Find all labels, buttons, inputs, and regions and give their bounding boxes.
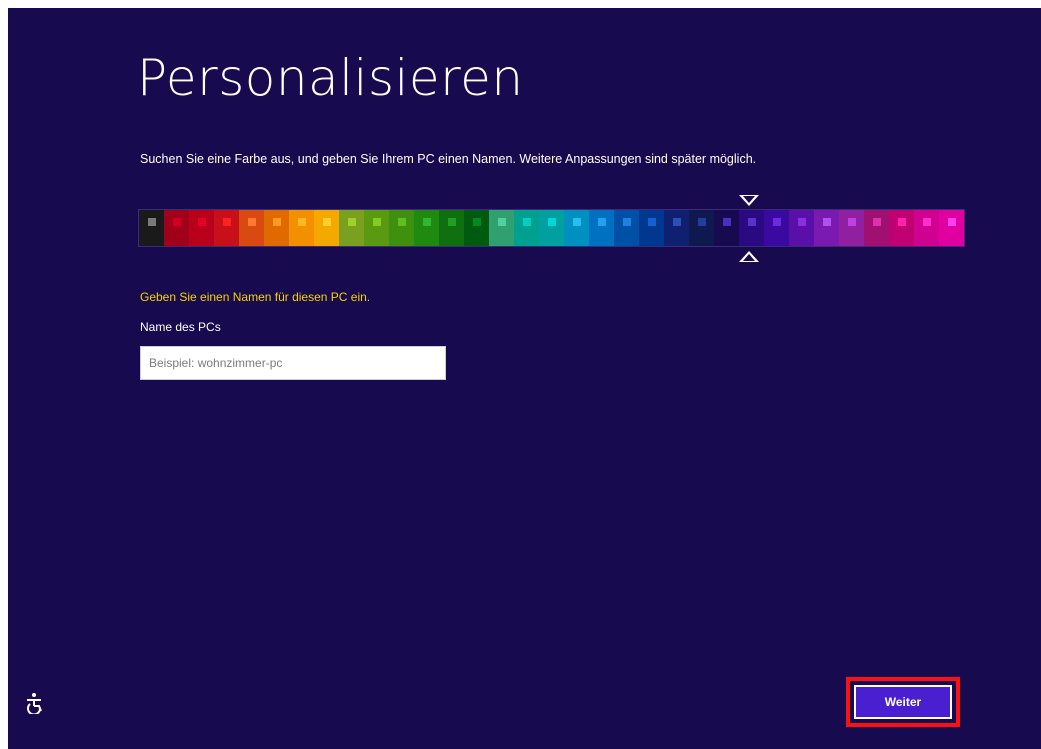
color-swatch[interactable] [214, 210, 239, 246]
color-swatch-dot [847, 218, 856, 226]
color-swatch-dot [472, 218, 481, 226]
color-swatch[interactable] [164, 210, 189, 246]
pc-name-input[interactable] [140, 346, 446, 380]
color-swatch-dot [822, 218, 831, 226]
color-swatch-dot [572, 218, 581, 226]
color-swatch-dot [922, 218, 931, 226]
color-swatch-dot [497, 218, 506, 226]
color-swatch[interactable] [814, 210, 839, 246]
setup-screen: Personalisieren Suchen Sie eine Farbe au… [8, 8, 1041, 749]
color-swatch-dot [522, 218, 531, 226]
color-swatch-dot [272, 218, 281, 226]
color-swatch-dot [722, 218, 731, 226]
color-swatch-dot [872, 218, 881, 226]
color-swatch[interactable] [839, 210, 864, 246]
color-swatch[interactable] [914, 210, 939, 246]
color-swatch-dot [347, 218, 356, 226]
color-swatch[interactable] [139, 210, 164, 246]
color-swatch-dot [647, 218, 656, 226]
color-swatch[interactable] [389, 210, 414, 246]
color-swatch-dot [297, 218, 306, 226]
color-swatch-dot [447, 218, 456, 226]
color-swatch[interactable] [639, 210, 664, 246]
color-swatch[interactable] [714, 210, 739, 246]
color-swatch-dot [147, 218, 156, 226]
color-swatch[interactable] [764, 210, 789, 246]
color-swatch-dot [947, 218, 956, 226]
color-swatch-dot [397, 218, 406, 226]
color-swatch-dot [797, 218, 806, 226]
color-swatch-dot [322, 218, 331, 226]
color-swatch[interactable] [439, 210, 464, 246]
color-swatch[interactable] [789, 210, 814, 246]
pc-name-label: Name des PCs [140, 320, 221, 334]
color-swatch-dot [897, 218, 906, 226]
page-title: Personalisieren [137, 49, 524, 107]
color-swatch[interactable] [889, 210, 914, 246]
color-swatch-dot [697, 218, 706, 226]
color-swatch[interactable] [614, 210, 639, 246]
color-swatch[interactable] [414, 210, 439, 246]
color-swatch[interactable] [739, 210, 764, 246]
color-swatch[interactable] [339, 210, 364, 246]
color-swatch[interactable] [364, 210, 389, 246]
page-subtitle: Suchen Sie eine Farbe aus, und geben Sie… [140, 152, 757, 166]
color-swatch[interactable] [664, 210, 689, 246]
color-slider[interactable] [138, 209, 965, 247]
color-slider-thumb-bottom-icon[interactable] [739, 251, 759, 262]
color-swatch[interactable] [239, 210, 264, 246]
color-swatch-dot [197, 218, 206, 226]
color-swatch[interactable] [464, 210, 489, 246]
color-swatch-dot [772, 218, 781, 226]
color-swatch-dot [547, 218, 556, 226]
color-swatch-dot [597, 218, 606, 226]
color-swatch[interactable] [489, 210, 514, 246]
ease-of-access-icon[interactable] [23, 692, 45, 714]
color-swatch[interactable] [564, 210, 589, 246]
pc-name-hint: Geben Sie einen Namen für diesen PC ein. [140, 290, 371, 304]
color-slider-thumb-top-icon[interactable] [739, 195, 759, 206]
color-swatch[interactable] [264, 210, 289, 246]
color-swatch[interactable] [314, 210, 339, 246]
color-swatch-dot [172, 218, 181, 226]
color-swatch[interactable] [514, 210, 539, 246]
color-swatch-dot [747, 218, 756, 226]
color-swatch[interactable] [939, 210, 964, 246]
color-swatch[interactable] [189, 210, 214, 246]
color-swatch-dot [422, 218, 431, 226]
color-swatch-dot [672, 218, 681, 226]
color-swatch[interactable] [589, 210, 614, 246]
color-swatch-dot [222, 218, 231, 226]
color-swatch-dot [622, 218, 631, 226]
color-swatch[interactable] [864, 210, 889, 246]
color-swatch[interactable] [689, 210, 714, 246]
color-swatch-dot [372, 218, 381, 226]
color-swatch-dot [247, 218, 256, 226]
next-button[interactable]: Weiter [854, 685, 952, 719]
color-swatch[interactable] [539, 210, 564, 246]
color-swatch[interactable] [289, 210, 314, 246]
